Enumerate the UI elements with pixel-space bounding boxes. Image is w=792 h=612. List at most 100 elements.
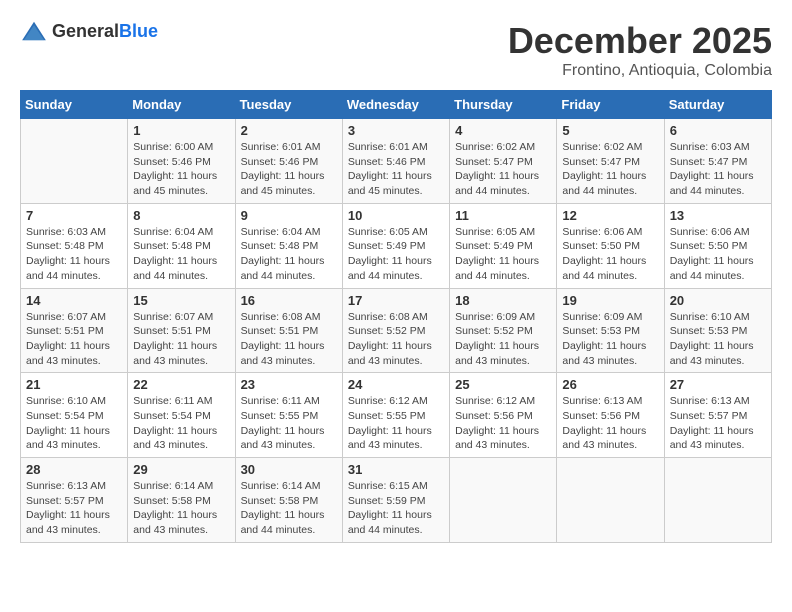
- day-info: Sunrise: 6:14 AMSunset: 5:58 PMDaylight:…: [241, 479, 337, 538]
- calendar-cell: 20 Sunrise: 6:10 AMSunset: 5:53 PMDayligh…: [664, 288, 771, 373]
- logo-text-blue: Blue: [119, 21, 158, 41]
- day-number: 27: [670, 377, 766, 392]
- day-info: Sunrise: 6:02 AMSunset: 5:47 PMDaylight:…: [455, 140, 551, 199]
- day-number: 20: [670, 293, 766, 308]
- day-info: Sunrise: 6:11 AMSunset: 5:54 PMDaylight:…: [133, 394, 229, 453]
- day-number: 15: [133, 293, 229, 308]
- day-number: 18: [455, 293, 551, 308]
- days-header-row: SundayMondayTuesdayWednesdayThursdayFrid…: [21, 91, 772, 119]
- day-info: Sunrise: 6:03 AMSunset: 5:48 PMDaylight:…: [26, 225, 122, 284]
- day-number: 24: [348, 377, 444, 392]
- day-number: 12: [562, 208, 658, 223]
- day-info: Sunrise: 6:13 AMSunset: 5:56 PMDaylight:…: [562, 394, 658, 453]
- day-number: 19: [562, 293, 658, 308]
- logo-text-general: General: [52, 21, 119, 41]
- day-info: Sunrise: 6:06 AMSunset: 5:50 PMDaylight:…: [670, 225, 766, 284]
- calendar-cell: 2 Sunrise: 6:01 AMSunset: 5:46 PMDaylight…: [235, 119, 342, 204]
- day-number: 26: [562, 377, 658, 392]
- calendar-cell: 24 Sunrise: 6:12 AMSunset: 5:55 PMDayligh…: [342, 373, 449, 458]
- day-info: Sunrise: 6:05 AMSunset: 5:49 PMDaylight:…: [455, 225, 551, 284]
- day-info: Sunrise: 6:05 AMSunset: 5:49 PMDaylight:…: [348, 225, 444, 284]
- day-number: 8: [133, 208, 229, 223]
- day-number: 14: [26, 293, 122, 308]
- calendar-cell: 6Sunrise: 6:03 AMSunset: 5:47 PMDaylight…: [664, 119, 771, 204]
- day-info: Sunrise: 6:07 AMSunset: 5:51 PMDaylight:…: [26, 310, 122, 369]
- calendar-cell: 3 Sunrise: 6:01 AMSunset: 5:46 PMDaylight…: [342, 119, 449, 204]
- day-info: Sunrise: 6:02 AMSunset: 5:47 PMDaylight:…: [562, 140, 658, 199]
- calendar-cell: 29Sunrise: 6:14 AMSunset: 5:58 PMDayligh…: [128, 458, 235, 543]
- day-info: Sunrise: 6:06 AMSunset: 5:50 PMDaylight:…: [562, 225, 658, 284]
- logo: GeneralBlue: [20, 20, 158, 42]
- day-info: Sunrise: 6:04 AMSunset: 5:48 PMDaylight:…: [241, 225, 337, 284]
- calendar-cell: 14 Sunrise: 6:07 AMSunset: 5:51 PMDayligh…: [21, 288, 128, 373]
- day-info: Sunrise: 6:13 AMSunset: 5:57 PMDaylight:…: [26, 479, 122, 538]
- calendar-cell: [557, 458, 664, 543]
- location-title: Frontino, Antioquia, Colombia: [508, 62, 772, 80]
- day-number: 28: [26, 462, 122, 477]
- calendar-cell: 4 Sunrise: 6:02 AMSunset: 5:47 PMDaylight…: [450, 119, 557, 204]
- calendar-cell: [21, 119, 128, 204]
- day-number: 25: [455, 377, 551, 392]
- calendar-cell: 9Sunrise: 6:04 AMSunset: 5:48 PMDaylight…: [235, 203, 342, 288]
- calendar-cell: 28 Sunrise: 6:13 AMSunset: 5:57 PMDayligh…: [21, 458, 128, 543]
- calendar-cell: [664, 458, 771, 543]
- day-number: 17: [348, 293, 444, 308]
- month-title: December 2025: [508, 20, 772, 62]
- day-info: Sunrise: 6:13 AMSunset: 5:57 PMDaylight:…: [670, 394, 766, 453]
- day-number: 13: [670, 208, 766, 223]
- calendar-cell: 5 Sunrise: 6:02 AMSunset: 5:47 PMDaylight…: [557, 119, 664, 204]
- calendar-cell: 31Sunrise: 6:15 AMSunset: 5:59 PMDayligh…: [342, 458, 449, 543]
- day-number: 11: [455, 208, 551, 223]
- page-header: GeneralBlue December 2025 Frontino, Anti…: [20, 20, 772, 80]
- day-header-friday: Friday: [557, 91, 664, 119]
- day-header-saturday: Saturday: [664, 91, 771, 119]
- day-info: Sunrise: 6:10 AMSunset: 5:53 PMDaylight:…: [670, 310, 766, 369]
- calendar-cell: 23Sunrise: 6:11 AMSunset: 5:55 PMDayligh…: [235, 373, 342, 458]
- day-info: Sunrise: 6:01 AMSunset: 5:46 PMDaylight:…: [348, 140, 444, 199]
- calendar-cell: 7Sunrise: 6:03 AMSunset: 5:48 PMDaylight…: [21, 203, 128, 288]
- calendar-week-3: 14 Sunrise: 6:07 AMSunset: 5:51 PMDayligh…: [21, 288, 772, 373]
- day-info: Sunrise: 6:03 AMSunset: 5:47 PMDaylight:…: [670, 140, 766, 199]
- day-header-monday: Monday: [128, 91, 235, 119]
- calendar-cell: 11 Sunrise: 6:05 AMSunset: 5:49 PMDayligh…: [450, 203, 557, 288]
- day-info: Sunrise: 6:08 AMSunset: 5:51 PMDaylight:…: [241, 310, 337, 369]
- day-number: 3: [348, 123, 444, 138]
- day-number: 21: [26, 377, 122, 392]
- calendar-week-1: 1 Sunrise: 6:00 AMSunset: 5:46 PMDaylight…: [21, 119, 772, 204]
- calendar-cell: 13 Sunrise: 6:06 AMSunset: 5:50 PMDayligh…: [664, 203, 771, 288]
- calendar-cell: 19 Sunrise: 6:09 AMSunset: 5:53 PMDayligh…: [557, 288, 664, 373]
- day-info: Sunrise: 6:00 AMSunset: 5:46 PMDaylight:…: [133, 140, 229, 199]
- calendar-cell: 18 Sunrise: 6:09 AMSunset: 5:52 PMDayligh…: [450, 288, 557, 373]
- day-info: Sunrise: 6:07 AMSunset: 5:51 PMDaylight:…: [133, 310, 229, 369]
- day-number: 29: [133, 462, 229, 477]
- day-info: Sunrise: 6:12 AMSunset: 5:56 PMDaylight:…: [455, 394, 551, 453]
- day-number: 30: [241, 462, 337, 477]
- day-number: 1: [133, 123, 229, 138]
- day-info: Sunrise: 6:08 AMSunset: 5:52 PMDaylight:…: [348, 310, 444, 369]
- day-info: Sunrise: 6:01 AMSunset: 5:46 PMDaylight:…: [241, 140, 337, 199]
- day-info: Sunrise: 6:04 AMSunset: 5:48 PMDaylight:…: [133, 225, 229, 284]
- day-info: Sunrise: 6:09 AMSunset: 5:53 PMDaylight:…: [562, 310, 658, 369]
- day-header-sunday: Sunday: [21, 91, 128, 119]
- calendar-cell: 26 Sunrise: 6:13 AMSunset: 5:56 PMDayligh…: [557, 373, 664, 458]
- calendar-cell: 16 Sunrise: 6:08 AMSunset: 5:51 PMDayligh…: [235, 288, 342, 373]
- day-number: 31: [348, 462, 444, 477]
- day-header-tuesday: Tuesday: [235, 91, 342, 119]
- calendar-cell: 12 Sunrise: 6:06 AMSunset: 5:50 PMDayligh…: [557, 203, 664, 288]
- calendar-cell: 27 Sunrise: 6:13 AMSunset: 5:57 PMDayligh…: [664, 373, 771, 458]
- day-info: Sunrise: 6:12 AMSunset: 5:55 PMDaylight:…: [348, 394, 444, 453]
- day-info: Sunrise: 6:09 AMSunset: 5:52 PMDaylight:…: [455, 310, 551, 369]
- calendar-cell: 17 Sunrise: 6:08 AMSunset: 5:52 PMDayligh…: [342, 288, 449, 373]
- day-number: 5: [562, 123, 658, 138]
- day-number: 4: [455, 123, 551, 138]
- day-number: 2: [241, 123, 337, 138]
- calendar-cell: [450, 458, 557, 543]
- day-number: 16: [241, 293, 337, 308]
- day-number: 10: [348, 208, 444, 223]
- calendar-week-2: 7Sunrise: 6:03 AMSunset: 5:48 PMDaylight…: [21, 203, 772, 288]
- calendar-cell: 21Sunrise: 6:10 AMSunset: 5:54 PMDayligh…: [21, 373, 128, 458]
- calendar-week-5: 28 Sunrise: 6:13 AMSunset: 5:57 PMDayligh…: [21, 458, 772, 543]
- logo-icon: [20, 20, 48, 42]
- title-area: December 2025 Frontino, Antioquia, Colom…: [508, 20, 772, 80]
- calendar-cell: 1 Sunrise: 6:00 AMSunset: 5:46 PMDaylight…: [128, 119, 235, 204]
